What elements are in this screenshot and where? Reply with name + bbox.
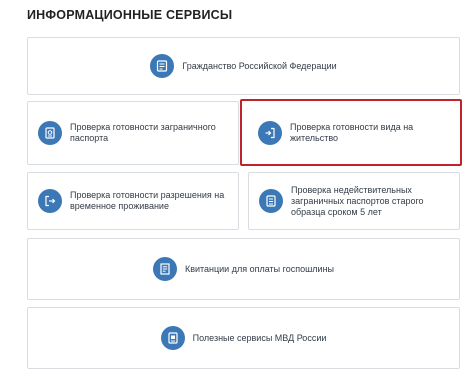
service-label: Проверка недействительных заграничных па… bbox=[291, 185, 424, 218]
service-card-citizenship[interactable]: Гражданство Российской Федерации bbox=[27, 37, 460, 95]
label-line: образца сроком 5 лет bbox=[291, 206, 382, 217]
service-label: Проверка готовности разрешения на времен… bbox=[70, 190, 224, 212]
label-line: заграничных паспортов старого bbox=[291, 195, 424, 206]
label-line: Проверка недействительных bbox=[291, 184, 412, 195]
service-card-fee-receipts[interactable]: Квитанции для оплаты госпошлины bbox=[27, 238, 460, 300]
residence-permit-icon bbox=[258, 120, 282, 145]
invalid-passport-icon bbox=[259, 189, 283, 213]
receipt-icon bbox=[152, 257, 177, 281]
temporary-residence-icon bbox=[38, 189, 62, 213]
service-card-temporary-residence-readiness[interactable]: Проверка готовности разрешения на времен… bbox=[27, 172, 239, 230]
section-title: ИНФОРМАЦИОННЫЕ СЕРВИСЫ bbox=[27, 8, 233, 22]
service-label: Проверка готовности вида на жительство bbox=[290, 122, 413, 144]
service-label: Квитанции для оплаты госпошлины bbox=[184, 263, 335, 274]
label-line: Проверка готовности вида на bbox=[290, 121, 414, 132]
service-card-invalid-passports[interactable]: Проверка недействительных заграничных па… bbox=[248, 172, 460, 230]
citizenship-icon bbox=[150, 54, 175, 78]
service-card-mvd-services[interactable]: Полезные сервисы МВД России bbox=[27, 307, 460, 369]
label-line: временное проживание bbox=[70, 201, 169, 211]
label-line: Проверка готовности заграничного bbox=[70, 122, 216, 132]
label-line: паспорта bbox=[70, 133, 109, 143]
service-label: Гражданство Российской Федерации bbox=[182, 60, 337, 71]
mvd-services-icon bbox=[160, 326, 185, 350]
service-card-passport-readiness[interactable]: Проверка готовности заграничного паспорт… bbox=[27, 101, 239, 165]
passport-icon bbox=[38, 121, 62, 145]
label-line: Проверка готовности разрешения на bbox=[70, 190, 225, 200]
service-card-residence-permit-readiness[interactable]: Проверка готовности вида на жительство bbox=[240, 99, 462, 166]
service-label: Проверка готовности заграничного паспорт… bbox=[70, 122, 216, 144]
service-label: Полезные сервисы МВД России bbox=[192, 332, 327, 343]
label-line: жительство bbox=[290, 132, 339, 143]
